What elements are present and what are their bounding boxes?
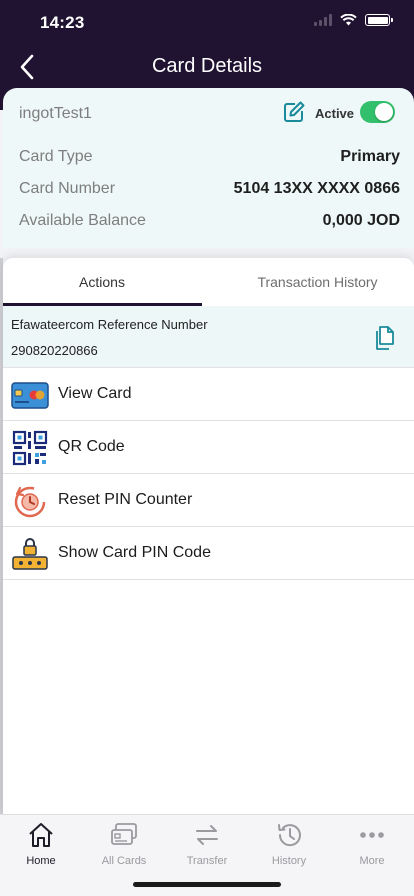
card-active-toggle[interactable] xyxy=(360,101,395,123)
history-icon xyxy=(278,824,301,847)
nav-transfer-label: Transfer xyxy=(186,855,228,867)
cards-icon xyxy=(111,823,137,845)
transfer-icon xyxy=(196,825,218,845)
tab-bar: Actions Transaction History xyxy=(3,258,414,306)
view-card-label: View Card xyxy=(58,385,132,402)
home-indicator xyxy=(133,882,281,887)
more-icon xyxy=(360,832,384,838)
available-balance-row: Available Balance 0,000 JOD xyxy=(19,210,400,232)
wifi-icon xyxy=(340,14,357,26)
nav-more-label: More xyxy=(359,855,385,867)
card-number-row: Card Number 5104 13XX XXXX 0866 xyxy=(19,178,400,200)
view-card-action[interactable]: View Card xyxy=(3,368,414,421)
status-label: Active xyxy=(315,106,355,121)
available-balance-value: 0,000 JOD xyxy=(322,212,400,229)
battery-icon xyxy=(365,14,393,26)
tab-actions[interactable]: Actions xyxy=(3,258,201,306)
status-time: 14:23 xyxy=(40,13,85,32)
cellular-signal-icon xyxy=(314,14,332,26)
card-info-panel: ingotTest1 Active Card Type Primary Card… xyxy=(3,88,414,248)
page-title: Card Details xyxy=(151,55,263,77)
card-type-value: Primary xyxy=(340,148,400,165)
nav-history-label: History xyxy=(271,855,307,867)
reset-pin-icon xyxy=(14,486,46,518)
home-icon xyxy=(29,823,53,847)
reference-number-label: Efawateercom Reference Number xyxy=(11,317,208,332)
card-name: ingotTest1 xyxy=(19,105,92,122)
card-number-label: Card Number xyxy=(19,180,116,197)
status-icons xyxy=(314,14,393,26)
nav-history[interactable]: History xyxy=(259,821,319,867)
qr-code-icon xyxy=(12,430,48,466)
card-type-label: Card Type xyxy=(19,148,93,165)
available-balance-label: Available Balance xyxy=(19,212,146,229)
tab-transaction-history[interactable]: Transaction History xyxy=(221,258,414,306)
qr-code-label: QR Code xyxy=(58,438,125,455)
reference-number-box: Efawateercom Reference Number 2908202208… xyxy=(3,306,414,368)
reference-number-value: 290820220866 xyxy=(11,343,98,358)
nav-home[interactable]: Home xyxy=(11,821,71,867)
reset-pin-counter-action[interactable]: Reset PIN Counter xyxy=(3,474,414,527)
card-icon xyxy=(11,382,49,409)
reset-pin-counter-label: Reset PIN Counter xyxy=(58,491,193,508)
nav-all-cards-label: All Cards xyxy=(101,855,147,867)
show-card-pin-label: Show Card PIN Code xyxy=(58,544,211,561)
actions-sheet: Actions Transaction History Efawateercom… xyxy=(3,258,414,814)
edit-icon[interactable] xyxy=(282,100,306,124)
toggle-knob xyxy=(375,103,393,121)
copy-icon[interactable] xyxy=(374,326,396,350)
nav-home-label: Home xyxy=(26,855,56,867)
pin-code-icon xyxy=(12,538,48,570)
status-bar: 14:23 xyxy=(0,0,414,46)
nav-all-cards[interactable]: All Cards xyxy=(94,821,154,867)
card-number-value: 5104 13XX XXXX 0866 xyxy=(233,180,400,197)
show-card-pin-action[interactable]: Show Card PIN Code xyxy=(3,527,414,580)
card-type-row: Card Type Primary xyxy=(19,146,400,168)
nav-more[interactable]: More xyxy=(342,821,402,867)
nav-transfer[interactable]: Transfer xyxy=(177,821,237,867)
qr-code-action[interactable]: QR Code xyxy=(3,421,414,474)
